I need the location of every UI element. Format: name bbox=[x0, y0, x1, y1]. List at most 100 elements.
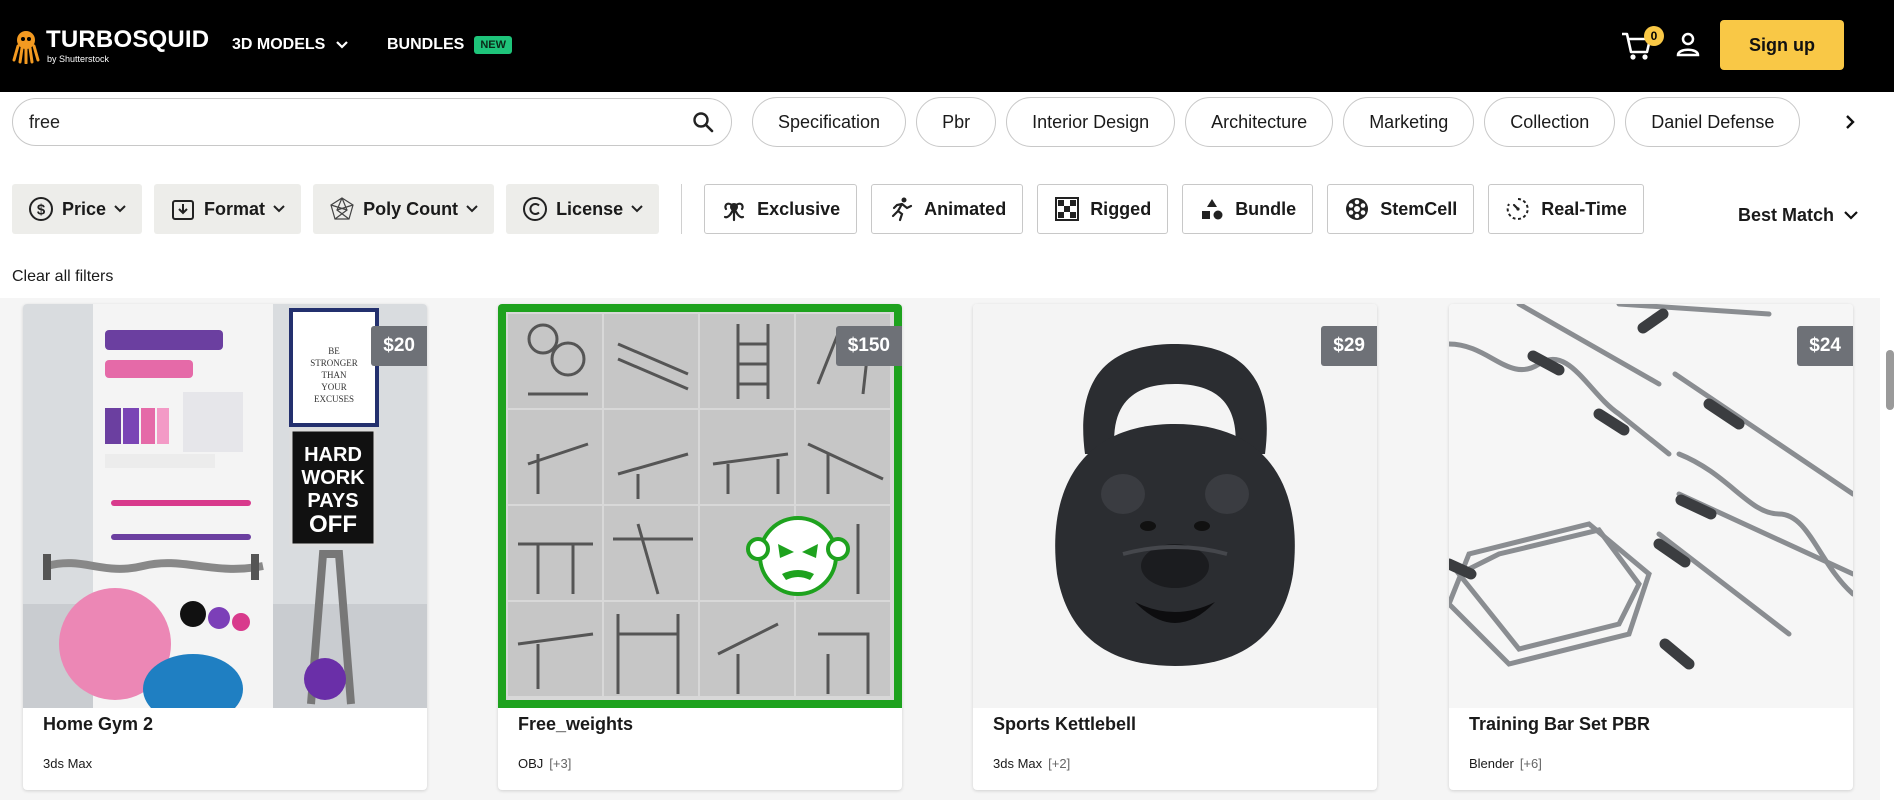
nav-3d-models-label: 3D MODELS bbox=[232, 36, 326, 53]
svg-text:$: $ bbox=[37, 202, 46, 219]
checker-grid-icon bbox=[1055, 197, 1080, 221]
shapes-icon bbox=[1202, 199, 1223, 220]
sort-label: Best Match bbox=[1738, 204, 1835, 225]
running-figure-icon bbox=[892, 197, 913, 222]
polyhedron-icon bbox=[330, 197, 354, 220]
rigged-toggle[interactable]: Rigged bbox=[1037, 184, 1169, 234]
price-tag: $24 bbox=[1797, 326, 1853, 366]
format-label: Blender bbox=[1469, 756, 1514, 771]
poster-line: HARD bbox=[304, 444, 362, 466]
user-icon bbox=[1676, 32, 1700, 57]
price-filter-label: Price bbox=[62, 198, 107, 219]
product-formats: 3ds Max [+2] bbox=[993, 756, 1070, 771]
new-badge: NEW bbox=[474, 36, 513, 54]
bundle-label: Bundle bbox=[1235, 198, 1297, 219]
product-formats: OBJ [+3] bbox=[518, 756, 571, 771]
sort-dropdown[interactable]: Best Match bbox=[1738, 200, 1858, 230]
tag-chip[interactable]: Daniel Defense bbox=[1625, 97, 1801, 147]
squid-logo-icon bbox=[12, 31, 40, 64]
copyright-icon bbox=[523, 197, 548, 221]
format-filter-dropdown[interactable]: Format bbox=[154, 184, 302, 234]
search-icon[interactable] bbox=[691, 110, 715, 134]
license-filter-label: License bbox=[556, 198, 624, 219]
product-thumbnail[interactable]: BE STRONGER THAN YOUR EXCUSES HARD WORK PAYS… bbox=[23, 304, 427, 708]
stemcell-label: StemCell bbox=[1380, 198, 1458, 219]
extra-formats-count: [+3] bbox=[549, 756, 572, 771]
product-title[interactable]: Home Gym 2 bbox=[43, 714, 153, 735]
filter-divider bbox=[681, 184, 683, 234]
price-tag: $150 bbox=[835, 326, 902, 366]
tag-chip[interactable]: Collection bbox=[1484, 97, 1616, 147]
format-label: 3ds Max bbox=[993, 756, 1043, 771]
product-card[interactable]: $150 Free_weights OBJ [+3] bbox=[498, 304, 902, 790]
dollar-icon: $ bbox=[29, 197, 53, 221]
product-title[interactable]: Sports Kettlebell bbox=[993, 714, 1136, 735]
real-time-toggle[interactable]: Real-Time bbox=[1488, 184, 1644, 234]
stemcell-icon bbox=[1346, 198, 1369, 220]
license-filter-dropdown[interactable]: License bbox=[506, 184, 660, 234]
animated-label: Animated bbox=[924, 198, 1007, 219]
nav-bundles[interactable]: BUNDLES NEW bbox=[387, 32, 513, 58]
poster-line: WORK bbox=[301, 467, 365, 489]
turbosquid-logo[interactable]: TURBOSQUID by Shutterstock bbox=[12, 24, 212, 68]
format-label: OBJ bbox=[518, 756, 544, 771]
search-bar bbox=[12, 98, 732, 146]
real-time-label: Real-Time bbox=[1541, 198, 1627, 219]
rigged-label: Rigged bbox=[1090, 198, 1152, 219]
product-title[interactable]: Free_weights bbox=[518, 714, 633, 735]
top-header: TURBOSQUID by Shutterstock 3D MODELS BUN… bbox=[0, 0, 1894, 92]
product-thumbnail[interactable]: $150 bbox=[498, 304, 902, 708]
chevron-down-icon bbox=[631, 205, 643, 213]
tag-chip[interactable]: Interior Design bbox=[1006, 97, 1176, 147]
poster-line: OFF bbox=[309, 511, 357, 538]
chevron-down-icon bbox=[336, 41, 349, 49]
account-button[interactable] bbox=[1674, 30, 1704, 60]
format-label: 3ds Max bbox=[43, 756, 93, 771]
tag-chip[interactable]: Architecture bbox=[1185, 97, 1334, 147]
download-box-icon bbox=[172, 200, 195, 220]
chevron-right-icon bbox=[1846, 115, 1855, 129]
stemcell-toggle[interactable]: StemCell bbox=[1327, 184, 1475, 234]
exclusive-label: Exclusive bbox=[757, 198, 841, 219]
poly-count-filter-label: Poly Count bbox=[363, 198, 459, 219]
chevron-down-icon bbox=[273, 205, 285, 213]
page-scrollbar[interactable] bbox=[1886, 350, 1894, 410]
cart-button[interactable]: 0 bbox=[1620, 26, 1664, 64]
cart-count-badge: 0 bbox=[1644, 26, 1664, 46]
product-thumbnail[interactable]: $24 bbox=[1449, 304, 1853, 708]
bundle-toggle[interactable]: Bundle bbox=[1182, 184, 1314, 234]
home-gym-thumbnail: BE STRONGER THAN YOUR EXCUSES HARD WORK PAYS… bbox=[23, 304, 427, 708]
product-card[interactable]: $29 Sports Kettlebell 3ds Max [+2] bbox=[973, 304, 1377, 790]
sign-up-button[interactable]: Sign up bbox=[1720, 20, 1844, 70]
product-title[interactable]: Training Bar Set PBR bbox=[1469, 714, 1650, 735]
product-card[interactable]: BE STRONGER THAN YOUR EXCUSES HARD WORK PAYS… bbox=[23, 304, 427, 790]
tag-chip[interactable]: Pbr bbox=[916, 97, 997, 147]
timer-icon bbox=[1506, 198, 1529, 220]
tags-scroll-right-button[interactable] bbox=[1834, 106, 1866, 138]
chevron-down-icon bbox=[1844, 210, 1858, 220]
logo-wordmark: TURBOSQUID bbox=[46, 26, 210, 53]
search-input[interactable] bbox=[29, 111, 691, 133]
price-tag: $20 bbox=[371, 326, 427, 366]
poly-count-filter-dropdown[interactable]: Poly Count bbox=[313, 184, 495, 234]
product-formats: 3ds Max bbox=[43, 756, 98, 771]
product-formats: Blender [+6] bbox=[1469, 756, 1542, 771]
training-bars-thumbnail bbox=[1449, 304, 1853, 708]
animated-toggle[interactable]: Animated bbox=[871, 184, 1024, 234]
product-thumbnail[interactable]: $29 bbox=[973, 304, 1377, 708]
price-filter-dropdown[interactable]: $ Price bbox=[12, 184, 143, 234]
nav-3d-models[interactable]: 3D MODELS bbox=[232, 32, 349, 58]
exclusive-toggle[interactable]: Exclusive bbox=[704, 184, 858, 234]
tag-chip[interactable]: Specification bbox=[752, 97, 907, 147]
chevron-down-icon bbox=[114, 205, 126, 213]
logo-tagline: by Shutterstock bbox=[47, 54, 110, 64]
squid-icon bbox=[724, 202, 745, 222]
extra-formats-count: [+2] bbox=[1048, 756, 1071, 771]
clear-all-filters-link[interactable]: Clear all filters bbox=[12, 268, 113, 286]
chevron-down-icon bbox=[466, 205, 478, 213]
tag-chip[interactable]: Marketing bbox=[1343, 97, 1475, 147]
kettlebell-thumbnail bbox=[973, 304, 1377, 708]
product-card[interactable]: $24 Training Bar Set PBR Blender [+6] bbox=[1449, 304, 1853, 790]
poster-line: PAYS bbox=[307, 490, 358, 512]
extra-formats-count: [+6] bbox=[1519, 756, 1542, 771]
